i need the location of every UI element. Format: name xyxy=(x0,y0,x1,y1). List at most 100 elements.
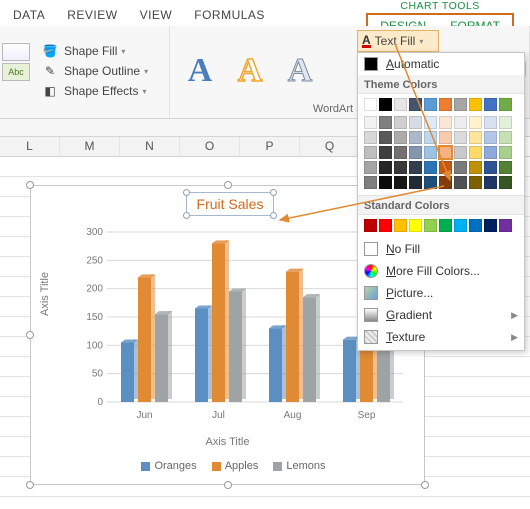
gradient-fill[interactable]: Gradient ▶ xyxy=(358,304,524,326)
theme-shade[interactable] xyxy=(484,161,497,174)
standard-color[interactable] xyxy=(409,219,422,232)
theme-shade[interactable] xyxy=(454,176,467,189)
theme-color[interactable] xyxy=(439,98,452,111)
title-handle[interactable] xyxy=(183,212,190,219)
standard-color[interactable] xyxy=(379,219,392,232)
theme-shade[interactable] xyxy=(499,131,512,144)
theme-shade[interactable] xyxy=(424,146,437,159)
theme-shade[interactable] xyxy=(439,146,452,159)
theme-shade[interactable] xyxy=(469,146,482,159)
theme-shade[interactable] xyxy=(439,131,452,144)
resize-handle[interactable] xyxy=(421,481,429,489)
wordart-style-1[interactable]: A xyxy=(176,47,224,95)
theme-shade[interactable] xyxy=(484,176,497,189)
theme-shade[interactable] xyxy=(364,131,377,144)
theme-shade[interactable] xyxy=(379,146,392,159)
theme-shade[interactable] xyxy=(454,116,467,129)
resize-handle[interactable] xyxy=(26,181,34,189)
no-fill[interactable]: No Fill xyxy=(358,238,524,260)
standard-color[interactable] xyxy=(469,219,482,232)
y-axis-title[interactable]: Axis Title xyxy=(39,272,51,316)
theme-shade[interactable] xyxy=(409,116,422,129)
theme-color[interactable] xyxy=(454,98,467,111)
theme-shade[interactable] xyxy=(364,116,377,129)
standard-color[interactable] xyxy=(439,219,452,232)
theme-color[interactable] xyxy=(394,98,407,111)
tab-view[interactable]: VIEW xyxy=(129,2,184,26)
theme-shade[interactable] xyxy=(484,146,497,159)
chart-title[interactable]: Fruit Sales xyxy=(197,196,264,212)
title-handle[interactable] xyxy=(270,212,277,219)
theme-shade[interactable] xyxy=(469,116,482,129)
shape-fill-button[interactable]: 🪣 Shape Fill▾ xyxy=(36,41,167,61)
chart-legend[interactable]: Oranges Apples Lemons xyxy=(31,460,424,472)
theme-shade[interactable] xyxy=(484,131,497,144)
tab-review[interactable]: REVIEW xyxy=(56,2,128,26)
theme-shade[interactable] xyxy=(499,176,512,189)
standard-color[interactable] xyxy=(454,219,467,232)
theme-shade[interactable] xyxy=(469,131,482,144)
col-P[interactable]: P xyxy=(240,137,300,156)
tab-data[interactable]: DATA xyxy=(2,2,56,26)
text-fill-button[interactable]: A Text Fill ▾ xyxy=(357,30,439,52)
theme-shade[interactable] xyxy=(409,161,422,174)
col-N[interactable]: N xyxy=(120,137,180,156)
shape-style-preview-1[interactable] xyxy=(2,43,30,61)
title-handle[interactable] xyxy=(183,189,190,196)
shape-effects-button[interactable]: ◧ Shape Effects▾ xyxy=(36,81,167,101)
theme-color[interactable] xyxy=(379,98,392,111)
theme-shade[interactable] xyxy=(424,131,437,144)
theme-shade[interactable] xyxy=(499,146,512,159)
col-L[interactable]: L xyxy=(0,137,60,156)
theme-shade[interactable] xyxy=(424,161,437,174)
theme-shade[interactable] xyxy=(379,131,392,144)
theme-shade[interactable] xyxy=(394,176,407,189)
theme-shade[interactable] xyxy=(484,116,497,129)
theme-color[interactable] xyxy=(424,98,437,111)
standard-color[interactable] xyxy=(364,219,377,232)
theme-shade[interactable] xyxy=(469,161,482,174)
standard-color[interactable] xyxy=(499,219,512,232)
col-Q[interactable]: Q xyxy=(300,137,360,156)
theme-color[interactable] xyxy=(484,98,497,111)
texture-fill[interactable]: Texture ▶ xyxy=(358,326,524,348)
theme-color[interactable] xyxy=(469,98,482,111)
theme-shade[interactable] xyxy=(439,176,452,189)
theme-shade[interactable] xyxy=(424,116,437,129)
theme-color[interactable] xyxy=(364,98,377,111)
col-M[interactable]: M xyxy=(60,137,120,156)
title-handle[interactable] xyxy=(270,189,277,196)
wordart-style-2[interactable]: A xyxy=(226,47,274,95)
resize-handle[interactable] xyxy=(224,181,232,189)
shape-style-preview-2[interactable]: Abc xyxy=(2,63,30,81)
resize-handle[interactable] xyxy=(26,481,34,489)
theme-shade[interactable] xyxy=(394,131,407,144)
theme-shade[interactable] xyxy=(379,176,392,189)
tab-formulas[interactable]: FORMULAS xyxy=(183,2,276,26)
resize-handle[interactable] xyxy=(26,331,34,339)
theme-shade[interactable] xyxy=(409,146,422,159)
theme-shade[interactable] xyxy=(379,116,392,129)
theme-shade[interactable] xyxy=(364,176,377,189)
theme-shade[interactable] xyxy=(409,176,422,189)
chart-title-box[interactable]: Fruit Sales xyxy=(186,192,274,216)
theme-color[interactable] xyxy=(499,98,512,111)
standard-color[interactable] xyxy=(394,219,407,232)
theme-shade[interactable] xyxy=(379,161,392,174)
theme-shade[interactable] xyxy=(424,176,437,189)
wordart-style-3[interactable]: A xyxy=(276,47,324,95)
standard-color[interactable] xyxy=(424,219,437,232)
theme-shade[interactable] xyxy=(454,161,467,174)
theme-shade[interactable] xyxy=(409,131,422,144)
picture-fill[interactable]: Picture... xyxy=(358,282,524,304)
standard-color[interactable] xyxy=(484,219,497,232)
theme-shade[interactable] xyxy=(439,161,452,174)
theme-shade[interactable] xyxy=(394,161,407,174)
theme-shade[interactable] xyxy=(364,146,377,159)
theme-color[interactable] xyxy=(409,98,422,111)
x-axis-title[interactable]: Axis Title xyxy=(31,436,424,448)
more-fill-colors[interactable]: More Fill Colors... xyxy=(358,260,524,282)
theme-shade[interactable] xyxy=(469,176,482,189)
shape-outline-button[interactable]: ✎ Shape Outline▾ xyxy=(36,61,167,81)
resize-handle[interactable] xyxy=(224,481,232,489)
